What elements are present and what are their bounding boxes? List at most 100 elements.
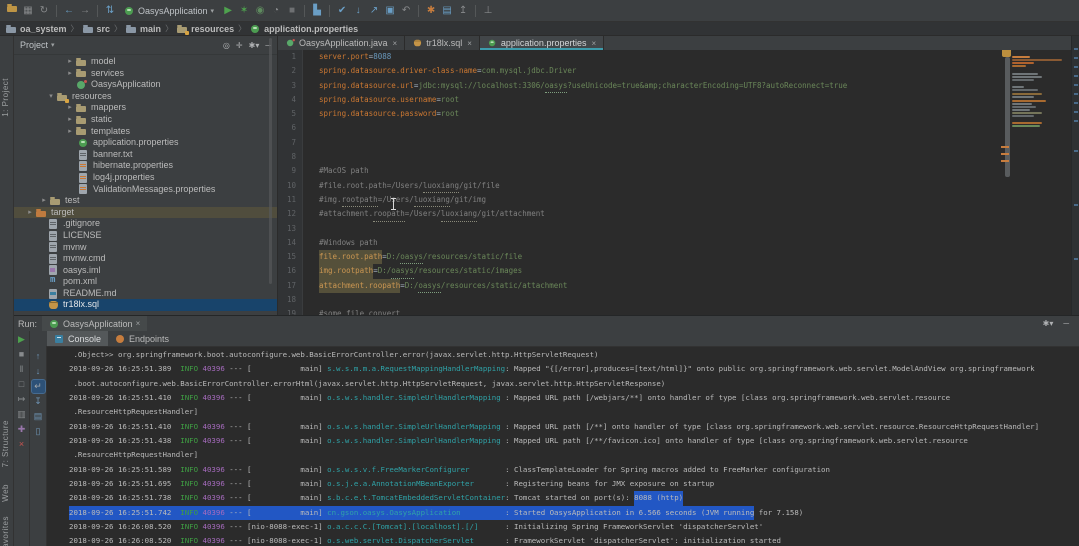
prev-trace-icon[interactable]: ↑ [32,350,45,363]
sync-icon[interactable]: ↻ [36,3,52,19]
view-tab-endpoints[interactable]: Endpoints [108,331,176,346]
tool-window-icon[interactable]: ▙ [309,3,325,19]
editor-pane[interactable]: 1server.port=80882spring.datasource.driv… [278,50,1079,316]
search-icon[interactable]: ✱ [423,3,439,19]
commit-icon[interactable]: ✔ [334,3,350,19]
tree-item-hibernate.properties[interactable]: hibernate.properties [14,160,277,172]
soft-wrap-icon[interactable]: ↵ [32,380,45,393]
editor-line[interactable]: 3spring.datasource.url=jdbc:mysql://loca… [278,79,1079,93]
tree-item-templates[interactable]: ▸templates [14,126,277,138]
console-line[interactable]: .ResourceHttpRequestHandler] [69,405,1079,419]
tab-oasysapplication.java[interactable]: OasysApplication.java× [278,36,405,50]
editor-line[interactable]: 16img.rootpath=D:/oasys/resources/static… [278,264,1079,278]
breadcrumb-item-application.properties[interactable]: application.properties [250,24,358,34]
tree-item-validationmessages.properties[interactable]: ValidationMessages.properties [14,184,277,196]
detach-icon[interactable]: ↦ [15,393,28,406]
editor-line[interactable]: 18 [278,293,1079,307]
breadcrumb-item-resources[interactable]: resources [177,24,234,34]
print-icon[interactable]: ▤ [32,410,45,423]
console-line[interactable]: 2018-09-26 16:25:51.742 INFO 40396 --- [… [69,506,1079,520]
monitor-icon[interactable]: ▥ [15,408,28,421]
console-line[interactable]: .ResourceHttpRequestHandler] [69,448,1079,462]
run-tab[interactable]: OasysApplication × [42,316,147,331]
close-icon[interactable]: × [136,319,141,328]
upload-icon[interactable]: ↥ [455,3,471,19]
editor-line[interactable]: 4spring.datasource.username=root [278,93,1079,107]
console-line[interactable]: 2018-09-26 16:25:51.738 INFO 40396 --- [… [69,491,1079,505]
console-line[interactable]: .boot.autoconfigure.web.BasicErrorContro… [69,377,1079,391]
stripe-button-favorites[interactable]: ★ 2: Favorites [1,516,10,546]
console-output[interactable]: .Object>> org.springframework.boot.autoc… [47,346,1079,546]
coverage-button[interactable]: ◉ [252,3,268,19]
tree-item-banner.txt[interactable]: banner.txt [14,149,277,161]
tree-item-target[interactable]: ▸target [14,207,277,219]
console-line[interactable]: 2018-09-26 16:25:51.410 INFO 40396 --- [… [69,391,1079,405]
breadcrumb-item-main[interactable]: main [126,24,161,34]
vcs-push-icon[interactable]: ↗ [366,3,382,19]
close-tab-button[interactable]: × [15,438,28,451]
stripe-button-project[interactable]: 1: Project [1,78,10,117]
chevron-collapsed-icon[interactable]: ▸ [64,126,76,138]
tree-item-model[interactable]: ▸model [14,56,277,68]
chevron-collapsed-icon[interactable]: ▸ [64,102,76,114]
close-icon[interactable]: × [393,39,398,48]
editor-line[interactable]: 17attachment.roopath=D:/oasys/resources/… [278,279,1079,293]
breadcrumb-item-src[interactable]: src [83,24,111,34]
chevron-collapsed-icon[interactable]: ▸ [24,207,36,219]
back-icon[interactable]: ← [61,3,77,19]
chevron-collapsed-icon[interactable]: ▸ [64,68,76,80]
editor-line[interactable]: 13 [278,222,1079,236]
pause-output-button[interactable]: ‖ [15,363,28,376]
console-line[interactable]: 2018-09-26 16:25:51.438 INFO 40396 --- [… [69,434,1079,448]
editor-scrollbar-thumb[interactable] [1005,57,1010,177]
tree-item-services[interactable]: ▸services [14,68,277,80]
pin-icon[interactable]: ⊥ [480,3,496,19]
run-config-selector[interactable]: OasysApplication▾ [118,3,220,19]
console-line[interactable]: 2018-09-26 16:25:51.695 INFO 40396 --- [… [69,477,1079,491]
view-tab-console[interactable]: Console [47,331,108,346]
next-trace-icon[interactable]: ↓ [32,365,45,378]
editor-line[interactable]: 15file.root.path=D:/oasys/resources/stat… [278,250,1079,264]
console-line[interactable]: .Object>> org.springframework.boot.autoc… [69,348,1079,362]
tab-application.properties[interactable]: application.properties× [480,36,604,50]
editor-line[interactable]: 12#attachment.roopath=/Users/luoxiang/gi… [278,207,1079,221]
tree-item-readme.md[interactable]: README.md [14,288,277,300]
profile-button[interactable]: ◔ [268,3,284,19]
tree-item-application.properties[interactable]: application.properties [14,137,277,149]
close-icon[interactable]: × [467,39,472,48]
forward-icon[interactable]: → [77,3,93,19]
tree-item-.gitignore[interactable]: .gitignore [14,218,277,230]
vcs-update-icon[interactable]: ↓ [350,3,366,19]
rerun-button[interactable]: ▶ [15,333,28,346]
minimize-panel-icon[interactable]: ─ [1063,319,1069,328]
editor-line[interactable]: 11#img.rootpath=/Users/luoxiang/git/img [278,193,1079,207]
run-settings-icon[interactable]: ✱▾ [1043,319,1054,328]
breadcrumb-item-oa_system[interactable]: oa_system [6,24,67,34]
tree-item-mappers[interactable]: ▸mappers [14,102,277,114]
tree-item-tr18lx.sql[interactable]: tr18lx.sql [14,299,277,311]
editor-line[interactable]: 6 [278,121,1079,135]
debug-button[interactable]: ✶ [236,3,252,19]
save-all-icon[interactable]: ▦ [20,3,36,19]
editor-line[interactable]: 9#MacOS path [278,164,1079,178]
chevron-collapsed-icon[interactable]: ▸ [38,195,50,207]
pin-tab-icon[interactable]: ✚ [15,423,28,436]
chevron-down-icon[interactable]: ▾ [51,41,55,49]
inspection-indicator[interactable] [1002,50,1011,57]
console-line[interactable]: 2018-09-26 16:26:08.520 INFO 40396 --- [… [69,534,1079,546]
clear-console-icon[interactable]: ▯ [32,425,45,438]
settings-icon[interactable]: ✱▾ [249,41,260,50]
tree-item-oasysapplication[interactable]: OasysApplication [14,79,277,91]
editor-line[interactable]: 14#Windows path [278,236,1079,250]
tab-tr18lx.sql[interactable]: tr18lx.sql× [405,36,480,50]
editor-line[interactable]: 8 [278,150,1079,164]
open-icon[interactable] [4,3,20,19]
tree-scrollbar[interactable] [269,38,272,284]
restore-layout-button[interactable]: □ [15,378,28,391]
tree-item-test[interactable]: ▸test [14,195,277,207]
scroll-to-end-icon[interactable]: ↧ [32,395,45,408]
run-button[interactable]: ▶ [220,3,236,19]
editor-line[interactable]: 1server.port=8088 [278,50,1079,64]
editor-line[interactable]: 10#file.root.path=/Users/luoxiang/git/fi… [278,179,1079,193]
console-line[interactable]: 2018-09-26 16:25:51.410 INFO 40396 --- [… [69,420,1079,434]
